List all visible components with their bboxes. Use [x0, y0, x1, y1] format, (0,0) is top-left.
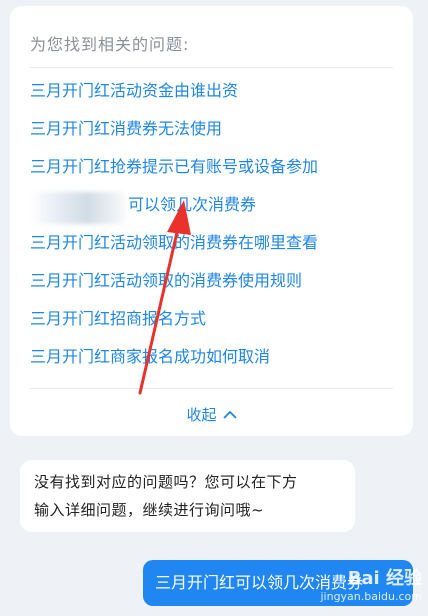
red-arrow-annotation — [138, 200, 191, 395]
